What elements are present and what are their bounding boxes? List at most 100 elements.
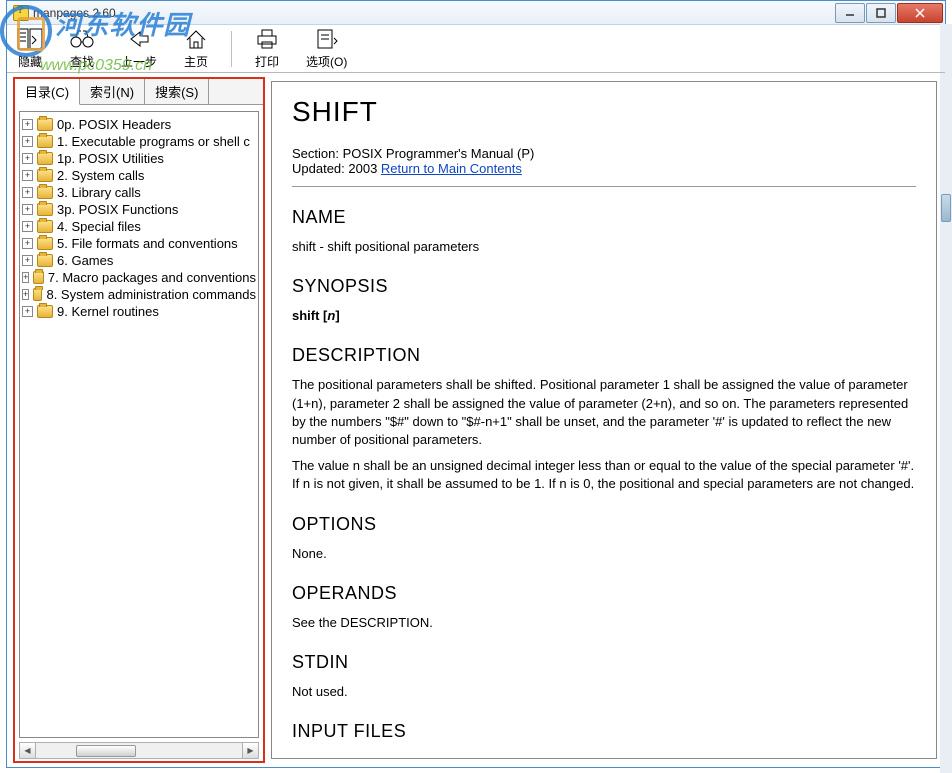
page-title: SHIFT [292,96,916,128]
folder-icon [37,152,53,165]
close-button[interactable] [897,3,943,23]
tree-label: 2. System calls [57,168,144,183]
tree-item[interactable]: +0p. POSIX Headers [22,116,256,133]
main-area: 目录(C) 索引(N) 搜索(S) +0p. POSIX Headers+1. … [7,73,945,767]
options-button[interactable]: 选项(O) [302,25,351,72]
return-link[interactable]: Return to Main Contents [381,161,522,176]
tab-search[interactable]: 搜索(S) [145,79,209,104]
minimize-button[interactable] [835,3,865,23]
scroll-right-icon[interactable]: ▶ [242,743,258,758]
titlebar[interactable]: manpages 2.60 [7,1,945,25]
folder-icon [37,203,53,216]
tree-label: 3. Library calls [57,185,141,200]
folder-icon [37,135,53,148]
operands-text: See the DESCRIPTION. [292,614,916,632]
help-file-icon [13,5,29,21]
expand-icon[interactable]: + [22,119,33,130]
expand-icon[interactable]: + [22,204,33,215]
binoculars-icon [69,27,95,51]
folder-icon [37,254,53,267]
tab-contents[interactable]: 目录(C) [15,79,80,105]
home-button[interactable]: 主页 [179,25,213,72]
toolbar-separator [231,31,232,67]
folder-icon [37,220,53,233]
outer-scroll-thumb[interactable] [941,194,951,222]
expand-icon[interactable]: + [22,272,29,283]
folder-icon [37,169,53,182]
section-synopsis: SYNOPSIS [292,276,916,297]
description-p2: The value n shall be an unsigned decimal… [292,457,916,493]
stdin-text: Not used. [292,683,916,701]
section-input-files: INPUT FILES [292,721,916,742]
folder-icon [37,305,53,318]
tree-label: 5. File formats and conventions [57,236,238,251]
content-pane[interactable]: SHIFT Section: POSIX Programmer's Manual… [271,81,937,759]
tree-label: 8. System administration commands [46,287,256,302]
tree-item[interactable]: +5. File formats and conventions [22,235,256,252]
navigation-pane: 目录(C) 索引(N) 搜索(S) +0p. POSIX Headers+1. … [13,77,265,763]
tree-item[interactable]: +1. Executable programs or shell c [22,133,256,150]
expand-icon[interactable]: + [22,238,33,249]
expand-icon[interactable]: + [22,187,33,198]
description-p1: The positional parameters shall be shift… [292,376,916,449]
folder-icon [33,288,42,301]
tab-index[interactable]: 索引(N) [80,79,145,104]
app-window: manpages 2.60 隐藏 查找 上一步 主页 打印 [6,0,946,768]
contents-tree[interactable]: +0p. POSIX Headers+1. Executable program… [19,111,259,738]
expand-icon[interactable]: + [22,136,33,147]
scroll-thumb[interactable] [76,745,136,757]
hide-button[interactable]: 隐藏 [13,25,47,72]
tree-item[interactable]: +3. Library calls [22,184,256,201]
back-button[interactable]: 上一步 [117,25,161,72]
horizontal-scrollbar[interactable]: ◀ ▶ [19,742,259,759]
section-operands: OPERANDS [292,583,916,604]
toolbar: 隐藏 查找 上一步 主页 打印 选项(O) [7,25,945,73]
tree-item[interactable]: +2. System calls [22,167,256,184]
home-icon [183,27,209,51]
folder-icon [37,118,53,131]
tree-label: 0p. POSIX Headers [57,117,171,132]
maximize-button[interactable] [866,3,896,23]
tree-item[interactable]: +4. Special files [22,218,256,235]
tree-item[interactable]: +3p. POSIX Functions [22,201,256,218]
tree-item[interactable]: +8. System administration commands [22,286,256,303]
tree-label: 9. Kernel routines [57,304,159,319]
options-text: None. [292,545,916,563]
section-name: NAME [292,207,916,228]
divider [292,186,916,187]
window-title: manpages 2.60 [33,6,834,20]
expand-icon[interactable]: + [22,170,33,181]
back-arrow-icon [126,27,152,51]
expand-icon[interactable]: + [22,221,33,232]
tree-item[interactable]: +1p. POSIX Utilities [22,150,256,167]
outer-scrollbar[interactable] [940,24,952,773]
page-meta: Section: POSIX Programmer's Manual (P) U… [292,146,916,176]
name-text: shift - shift positional parameters [292,238,916,256]
tree-label: 3p. POSIX Functions [57,202,178,217]
tree-label: 7. Macro packages and conventions [48,270,256,285]
window-controls [834,3,943,23]
expand-icon[interactable]: + [22,306,33,317]
section-stdin: STDIN [292,652,916,673]
tree-label: 6. Games [57,253,113,268]
hide-pane-icon [17,27,43,51]
folder-icon [37,237,53,250]
expand-icon[interactable]: + [22,289,29,300]
expand-icon[interactable]: + [22,255,33,266]
tree-label: 1p. POSIX Utilities [57,151,164,166]
printer-icon [254,27,280,51]
tree-item[interactable]: +9. Kernel routines [22,303,256,320]
tree-item[interactable]: +6. Games [22,252,256,269]
scroll-left-icon[interactable]: ◀ [20,743,36,758]
folder-icon [33,271,43,284]
expand-icon[interactable]: + [22,153,33,164]
tree-label: 4. Special files [57,219,141,234]
nav-tabs: 目录(C) 索引(N) 搜索(S) [15,79,263,105]
print-button[interactable]: 打印 [250,25,284,72]
section-options: OPTIONS [292,514,916,535]
tree-label: 1. Executable programs or shell c [57,134,250,149]
tree-item[interactable]: +7. Macro packages and conventions [22,269,256,286]
synopsis-text: shift [n] [292,307,916,325]
find-button[interactable]: 查找 [65,25,99,72]
folder-icon [37,186,53,199]
